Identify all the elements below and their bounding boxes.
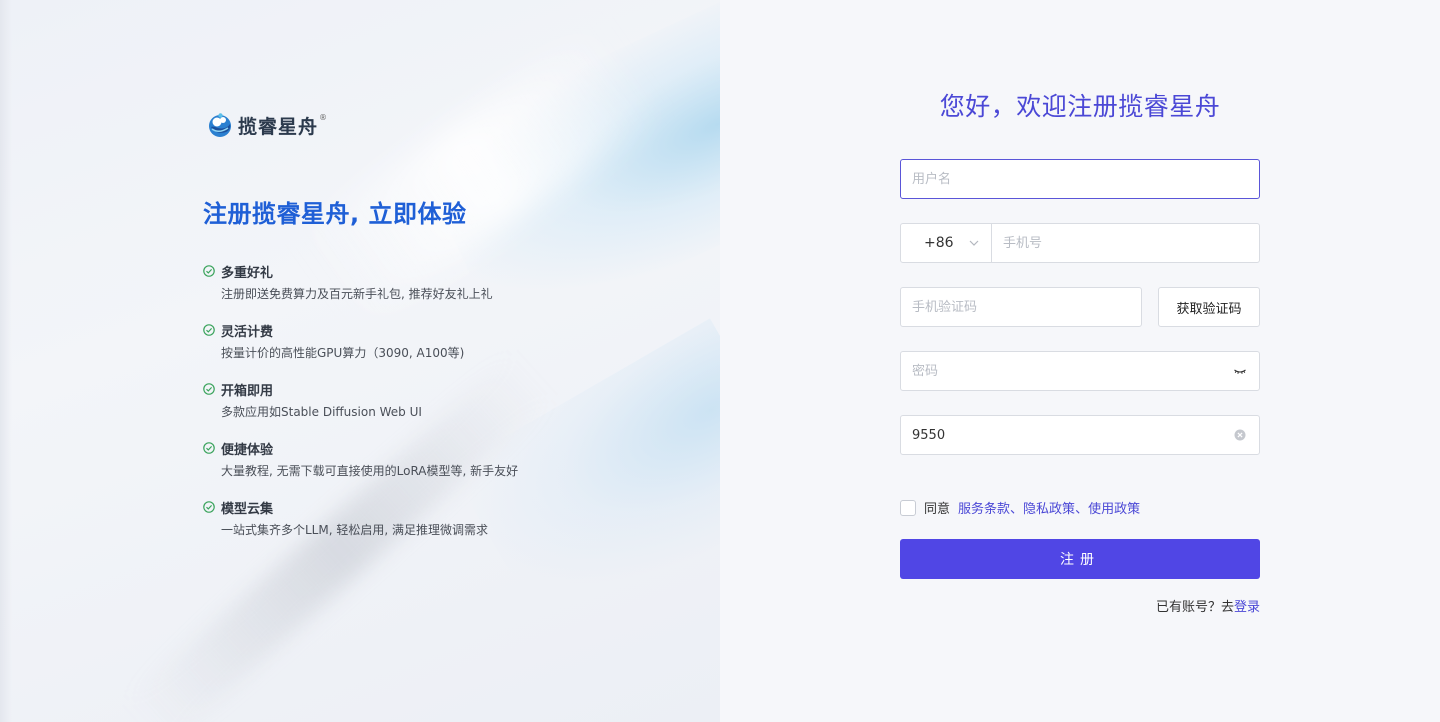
brand-logo: 揽睿星舟 ® (206, 111, 327, 139)
clear-circle-icon[interactable] (1233, 428, 1247, 442)
registered-mark: ® (319, 112, 328, 122)
feature-title: 便捷体验 (221, 442, 274, 458)
feature-desc: 多款应用如Stable Diffusion Web UI (221, 405, 422, 419)
feature-item: 模型云集 一站式集齐多个LLM, 轻松启用, 满足推理微调需求 (203, 498, 623, 537)
brand-logo-icon (209, 113, 231, 137)
captcha-input[interactable] (901, 416, 1233, 454)
feature-desc: 注册即送免费算力及百元新手礼包, 推荐好友礼上礼 (221, 287, 493, 301)
brand-name: 揽睿星舟 (238, 115, 319, 138)
have-account-text: 已有账号？去 (1155, 600, 1234, 615)
usage-policy-link[interactable]: 使用政策 (1088, 498, 1140, 517)
feature-item: 多重好礼 注册即送免费算力及百元新手礼包, 推荐好友礼上礼 (203, 262, 623, 301)
get-code-button[interactable]: 获取验证码 (1158, 287, 1260, 327)
eye-closed-icon[interactable] (1233, 364, 1247, 378)
chevron-down-icon (969, 240, 979, 246)
feature-item: 开箱即用 多款应用如Stable Diffusion Web UI (203, 380, 623, 419)
phone-field: +86 (900, 223, 1260, 263)
captcha-field (900, 415, 1260, 455)
feature-desc: 一站式集齐多个LLM, 轻松启用, 满足推理微调需求 (221, 523, 488, 537)
feature-list: 多重好礼 注册即送免费算力及百元新手礼包, 推荐好友礼上礼 灵活计费 按量计价的… (203, 262, 623, 557)
privacy-link[interactable]: 隐私政策 (1023, 498, 1075, 517)
login-link[interactable]: 登录 (1234, 600, 1260, 615)
terms-link[interactable]: 服务条款 (958, 498, 1010, 517)
country-code-select[interactable]: +86 (901, 224, 992, 262)
feature-title: 模型云集 (221, 501, 274, 517)
login-prompt: 已有账号？去登录 (1156, 596, 1260, 615)
password-field (900, 351, 1260, 391)
country-code-value: +86 (924, 235, 954, 251)
feature-title: 灵活计费 (221, 324, 274, 340)
feature-item: 便捷体验 大量教程, 无需下载可直接使用的LoRA模型等, 新手友好 (203, 439, 623, 478)
register-button[interactable]: 注册 (900, 539, 1260, 579)
register-form-panel: 您好，欢迎注册揽睿星舟 +86 获取验证码 (720, 0, 1440, 722)
link-separator: 、 (1075, 502, 1089, 517)
username-input[interactable] (901, 160, 1259, 198)
sms-code-input[interactable] (901, 288, 1141, 326)
password-input[interactable] (901, 352, 1233, 390)
promo-panel: 揽睿星舟 ® 注册揽睿星舟, 立即体验 多重好礼 注册即送免费算力及百元新手礼包… (0, 0, 720, 722)
agree-checkbox[interactable] (900, 499, 916, 516)
username-field (900, 159, 1260, 199)
check-circle-icon (203, 265, 215, 277)
form-title: 您好，欢迎注册揽睿星舟 (939, 92, 1221, 121)
agreement-row: 同意 服务条款 、 隐私政策 、 使用政策 (900, 498, 1140, 517)
agree-label: 同意 (924, 502, 951, 517)
feature-desc: 按量计价的高性能GPU算力（3090, A100等) (221, 346, 465, 360)
phone-input[interactable] (992, 224, 1259, 262)
hero-title: 注册揽睿星舟, 立即体验 (203, 200, 467, 228)
background-decoration (0, 0, 12, 722)
link-separator: 、 (1010, 502, 1024, 517)
check-circle-icon (203, 383, 215, 395)
sms-code-field (900, 287, 1142, 327)
feature-title: 开箱即用 (221, 383, 274, 399)
check-circle-icon (203, 324, 215, 336)
feature-desc: 大量教程, 无需下载可直接使用的LoRA模型等, 新手友好 (221, 464, 519, 478)
check-circle-icon (203, 501, 215, 513)
feature-item: 灵活计费 按量计价的高性能GPU算力（3090, A100等) (203, 321, 623, 360)
register-page: 揽睿星舟 ® 注册揽睿星舟, 立即体验 多重好礼 注册即送免费算力及百元新手礼包… (0, 0, 1440, 722)
check-circle-icon (203, 442, 215, 454)
feature-title: 多重好礼 (221, 265, 274, 281)
